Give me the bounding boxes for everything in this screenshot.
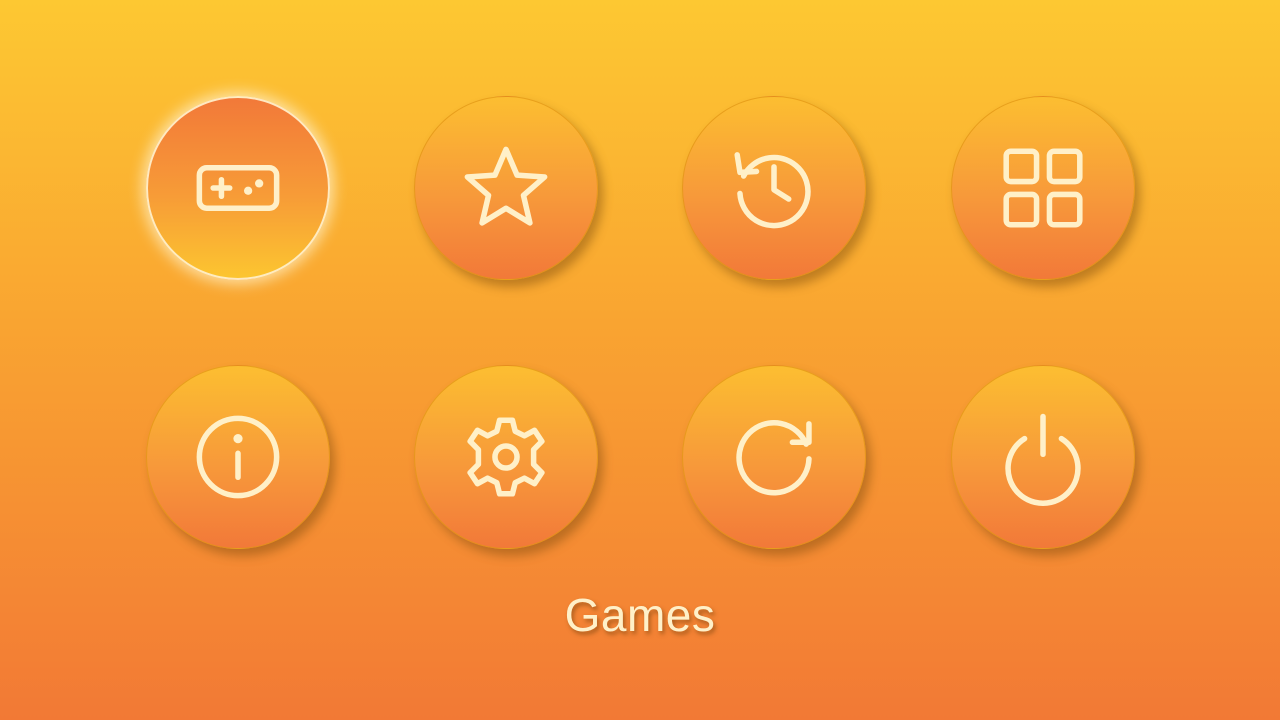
settings-button[interactable] [414,365,598,549]
refresh-icon [736,420,812,496]
all-apps-button[interactable] [951,96,1135,280]
apps-grid-icon [1003,148,1083,228]
gamepad-icon [196,165,280,211]
info-icon [196,415,280,499]
history-button[interactable] [682,96,866,280]
power-icon [1005,413,1081,506]
gear-icon [467,417,545,497]
history-icon [734,152,811,229]
restart-button[interactable] [682,365,866,549]
power-button[interactable] [951,365,1135,549]
selected-item-label: Games [564,589,716,641]
favorites-button[interactable] [414,96,598,280]
games-button[interactable] [146,96,330,280]
info-button[interactable] [146,365,330,549]
star-icon [464,146,548,226]
